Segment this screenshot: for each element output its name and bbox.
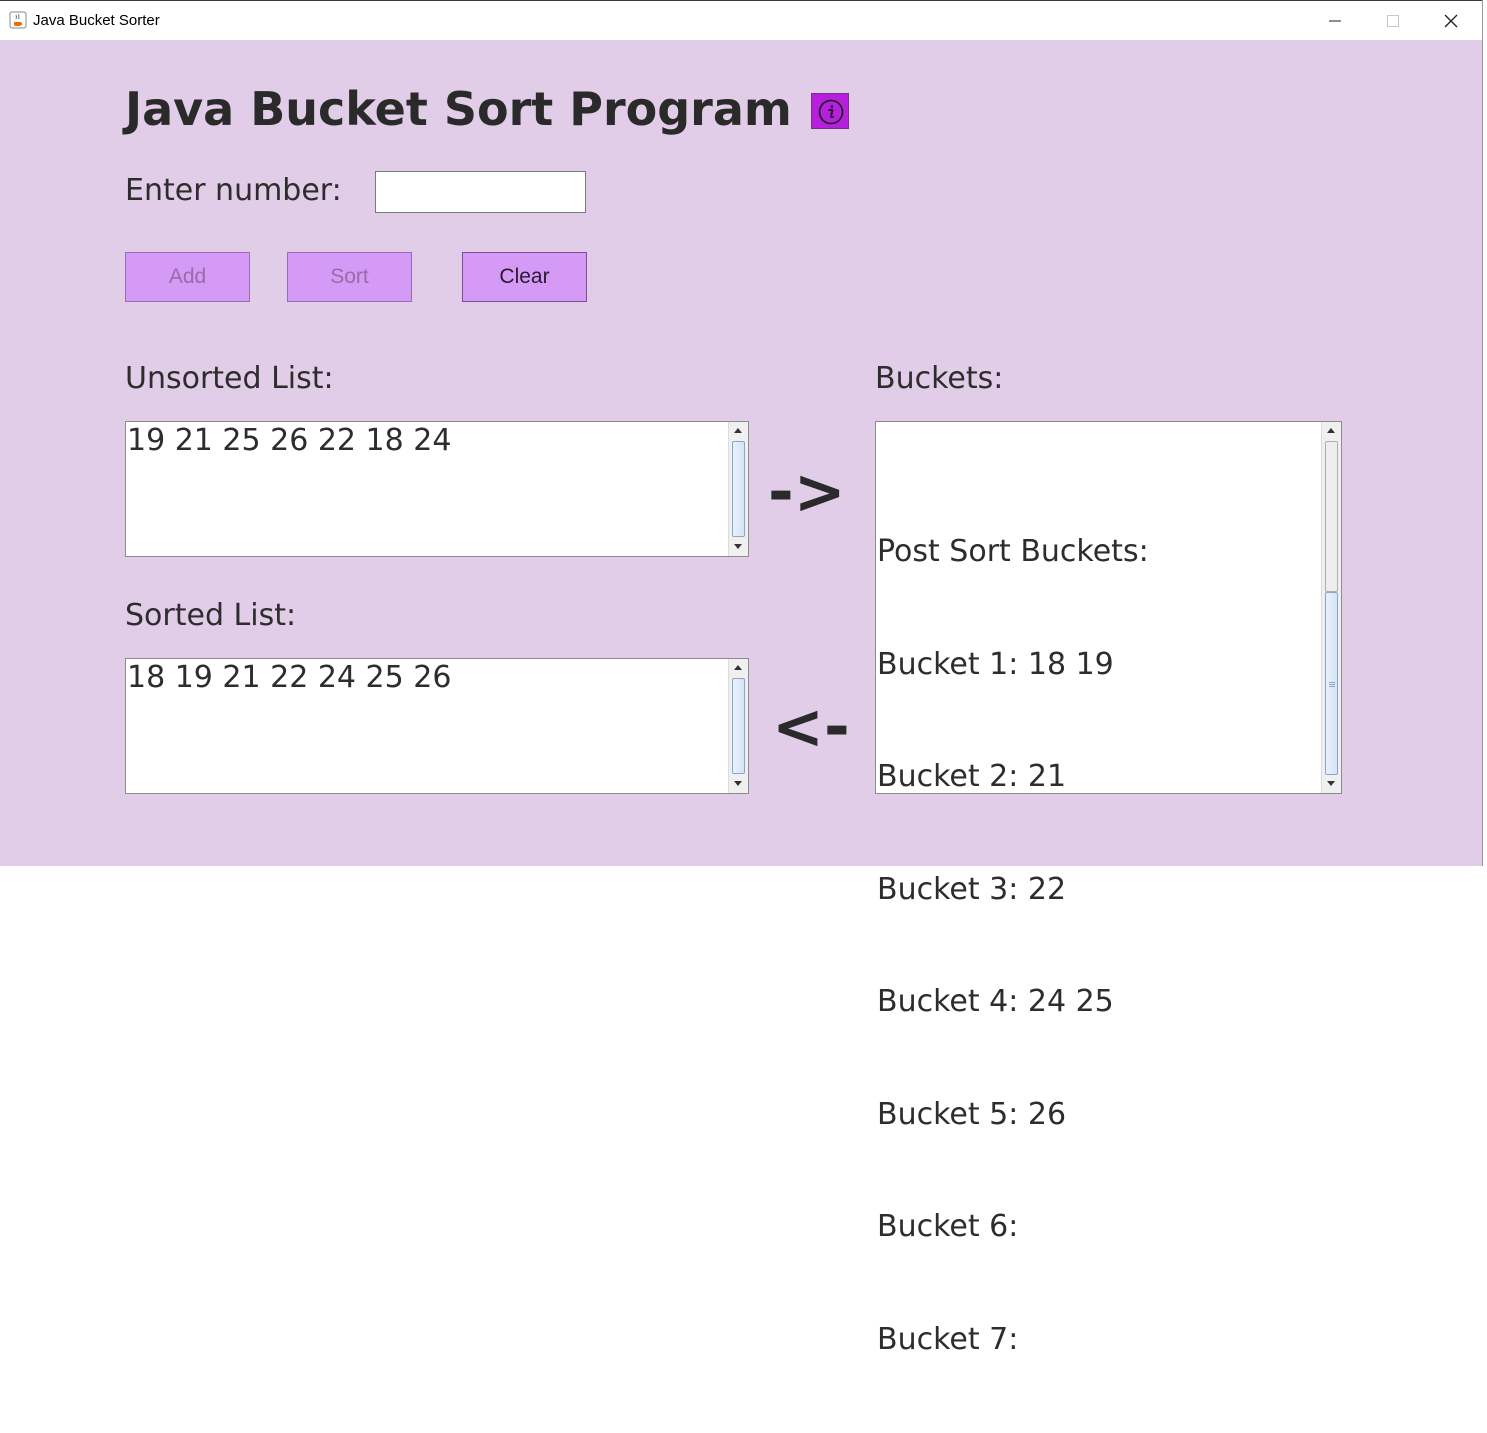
sorted-list-label: Sorted List: xyxy=(125,598,297,633)
enter-number-label: Enter number: xyxy=(125,173,342,208)
buckets-label: Buckets: xyxy=(875,361,1004,396)
scroll-grip-icon xyxy=(1329,684,1335,685)
unsorted-list-label: Unsorted List: xyxy=(125,361,334,396)
sorted-list-area[interactable]: 18 19 21 22 24 25 26 xyxy=(125,658,749,794)
sorted-scrollbar[interactable] xyxy=(728,659,748,793)
buckets-line: Bucket 2: 21 xyxy=(877,759,1067,794)
from-buckets-arrow: <- xyxy=(772,690,850,763)
scroll-down-arrow-icon[interactable] xyxy=(729,775,748,793)
buckets-scrollbar[interactable] xyxy=(1321,422,1341,793)
buckets-line: Bucket 4: 24 25 xyxy=(877,984,1114,1019)
minimize-icon xyxy=(1329,20,1341,22)
scroll-down-arrow-icon[interactable] xyxy=(1322,775,1341,793)
buckets-text: Post Sort Buckets: Bucket 1: 18 19 Bucke… xyxy=(877,458,1149,1433)
scroll-grip-icon xyxy=(1329,682,1335,683)
scroll-up-arrow-icon[interactable] xyxy=(729,659,748,677)
buckets-line: Bucket 7: xyxy=(877,1321,1019,1357)
window-title: Java Bucket Sorter xyxy=(33,12,160,29)
scroll-up-arrow-icon[interactable] xyxy=(1322,422,1341,440)
scroll-down-arrow-icon[interactable] xyxy=(729,538,748,556)
number-input[interactable] xyxy=(375,171,586,213)
info-circle-icon xyxy=(818,99,844,125)
buckets-area[interactable]: Post Sort Buckets: Bucket 1: 18 19 Bucke… xyxy=(875,421,1342,1357)
scroll-track[interactable] xyxy=(1325,441,1338,592)
add-button[interactable]: Add xyxy=(125,252,250,302)
scroll-up-arrow-icon[interactable] xyxy=(729,422,748,440)
buckets-line: Bucket 6: xyxy=(877,1209,1019,1244)
page-title: Java Bucket Sort Program xyxy=(125,82,792,136)
info-button[interactable] xyxy=(811,93,849,129)
sorted-list-text: 18 19 21 22 24 25 26 xyxy=(127,660,452,695)
buckets-line: Bucket 1: 18 19 xyxy=(877,646,1114,682)
unsorted-list-text: 19 21 25 26 22 18 24 xyxy=(127,423,452,458)
title-bar[interactable]: Java Bucket Sorter xyxy=(0,0,1482,40)
scroll-grip-icon xyxy=(1329,686,1335,687)
scroll-thumb[interactable] xyxy=(1325,592,1338,775)
buckets-line: Bucket 5: 26 xyxy=(877,1096,1067,1132)
minimize-button[interactable] xyxy=(1306,1,1364,41)
close-button[interactable] xyxy=(1422,1,1480,41)
close-icon xyxy=(1444,14,1458,28)
maximize-button[interactable] xyxy=(1364,1,1422,41)
app-window: Java Bucket Sorter Java Bucket Sort Prog… xyxy=(0,0,1483,1357)
buckets-line: Bucket 3: 22 xyxy=(877,871,1067,907)
unsorted-scrollbar[interactable] xyxy=(728,422,748,556)
unsorted-list-area[interactable]: 19 21 25 26 22 18 24 xyxy=(125,421,749,557)
maximize-icon xyxy=(1387,15,1399,27)
buckets-line: Post Sort Buckets: xyxy=(877,534,1149,569)
clear-button[interactable]: Clear xyxy=(462,252,587,302)
java-coffee-icon xyxy=(9,11,27,29)
scroll-thumb[interactable] xyxy=(732,441,745,537)
to-buckets-arrow: -> xyxy=(768,455,846,528)
sort-button[interactable]: Sort xyxy=(287,252,412,302)
scroll-thumb[interactable] xyxy=(732,678,745,774)
